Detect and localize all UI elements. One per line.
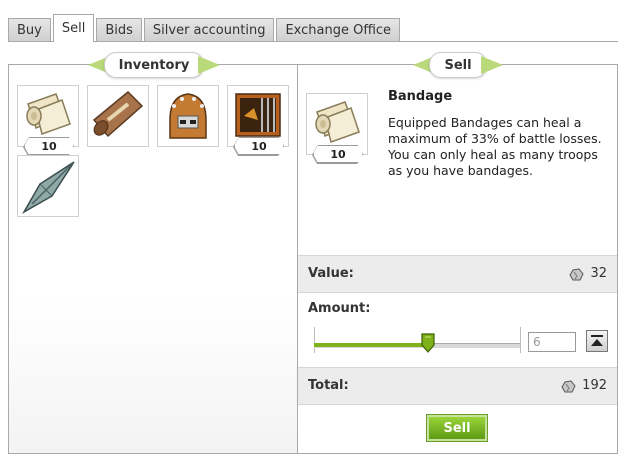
inventory-item-helmet[interactable]: [157, 85, 219, 147]
sell-header: Sell: [398, 52, 518, 78]
total-row: Total: 192: [298, 367, 617, 405]
tab-exchange-office[interactable]: Exchange Office: [276, 18, 401, 42]
tab-divider: [8, 41, 618, 42]
tab-buy[interactable]: Buy: [8, 18, 51, 42]
amount-input[interactable]: [528, 332, 576, 352]
silver-ore-icon: [569, 267, 585, 280]
item-description: Equipped Bandages can heal a maximum of …: [388, 115, 602, 178]
tab-sell[interactable]: Sell: [52, 14, 95, 42]
inventory-item-cage[interactable]: 10: [227, 85, 289, 156]
value-row: Value: 32: [298, 255, 617, 293]
inventory-item-parchment[interactable]: [87, 85, 149, 147]
slider-fill: [314, 343, 428, 347]
spiked-helmet-icon: [169, 93, 207, 139]
total-label: Total:: [308, 378, 349, 393]
max-amount-button[interactable]: [586, 330, 608, 352]
inventory-item-spear[interactable]: [17, 155, 79, 217]
amount-slider[interactable]: [314, 333, 520, 353]
total-amount: 192: [582, 378, 607, 393]
silver-ore-icon: [561, 379, 576, 392]
sell-panel: Sell 10 Bandage Equipped Bandages can he…: [297, 52, 618, 454]
sell-title: Sell: [429, 52, 487, 78]
inventory-header: Inventory: [79, 52, 229, 78]
item-count-badge: 10: [313, 145, 363, 163]
spear-head-icon: [21, 161, 75, 215]
inventory-title: Inventory: [103, 52, 205, 78]
slider-handle[interactable]: [421, 333, 435, 353]
rolled-parchment-icon: [92, 90, 144, 138]
tab-bids[interactable]: Bids: [96, 18, 142, 42]
selected-item-slot: 10: [306, 93, 368, 164]
inventory-panel: Inventory 10 10: [8, 52, 298, 454]
amount-label: Amount:: [308, 301, 371, 316]
item-count-badge: 10: [234, 137, 284, 155]
max-arrow-icon: [591, 335, 603, 346]
amount-row: Amount:: [298, 301, 617, 321]
item-count-badge: 10: [24, 137, 74, 155]
value-label: Value:: [308, 266, 354, 281]
sell-button[interactable]: Sell: [427, 415, 487, 441]
value-amount: 32: [590, 266, 607, 281]
tab-bar: Buy Sell Bids Silver accounting Exchange…: [8, 14, 401, 42]
inventory-item-bandage[interactable]: 10: [17, 85, 79, 156]
tab-silver-accounting[interactable]: Silver accounting: [143, 18, 275, 42]
item-name: Bandage: [388, 89, 453, 104]
